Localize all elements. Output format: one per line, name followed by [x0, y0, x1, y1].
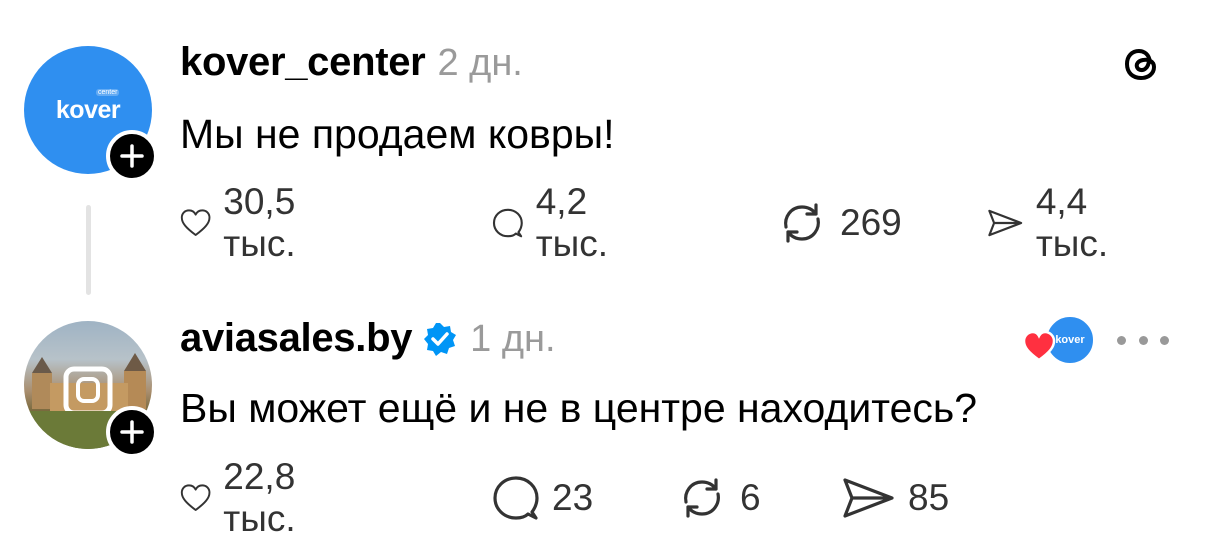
heart-icon: [180, 484, 211, 511]
avatar-logo-text: kover: [55, 96, 121, 124]
more-dot: [1160, 335, 1169, 345]
reposts-count: 269: [840, 202, 902, 243]
more-icon[interactable]: [1117, 334, 1169, 346]
username[interactable]: aviasales.by: [180, 316, 412, 361]
likes-count: 22,8 тыс.: [223, 456, 296, 539]
follow-plus-button[interactable]: [106, 406, 158, 458]
repost-button[interactable]: 269: [776, 198, 902, 248]
repost-button[interactable]: 6: [676, 473, 761, 523]
thread-connector-line: [86, 205, 91, 295]
shares-count: 4,4 тыс.: [1035, 181, 1109, 264]
repost-icon: [684, 478, 720, 518]
share-icon: [988, 209, 1023, 237]
share-button[interactable]: 85: [840, 473, 949, 523]
post-text: Мы не продаем ковры!: [180, 111, 615, 157]
heart-icon: [1022, 330, 1056, 362]
repost-icon: [784, 203, 820, 243]
like-button[interactable]: 30,5 тыс.: [180, 181, 316, 264]
comment-icon: [493, 476, 539, 520]
avatar-tag: center: [96, 89, 120, 96]
more-dot: [1138, 335, 1148, 345]
likes-count: 30,5 тыс.: [223, 181, 296, 264]
threads-logo-icon: [1124, 48, 1157, 81]
post-header: kover_center 2 дн.: [180, 40, 523, 85]
post-text: Вы может ещё и не в центре находитесь?: [180, 385, 978, 431]
timestamp: 1 дн.: [470, 318, 556, 360]
replies-count: 4,2 тыс.: [535, 181, 609, 264]
reposts-count: 6: [740, 477, 761, 518]
comment-icon: [492, 208, 523, 238]
username[interactable]: kover_center: [180, 40, 426, 85]
share-icon: [843, 478, 894, 518]
reply-button[interactable]: 4,2 тыс.: [492, 181, 624, 264]
reply-button[interactable]: 23: [492, 473, 593, 523]
post-kover-center[interactable]: center kover kover_center 2 дн. Мы не пр…: [0, 0, 1206, 300]
post-aviasales-by[interactable]: aviasales.by 1 дн. kover Вы может ещё и …: [0, 300, 1206, 559]
timestamp: 2 дн.: [437, 42, 523, 84]
liked-by-indicator: kover: [1022, 314, 1096, 366]
follow-plus-button[interactable]: [106, 130, 158, 182]
plus-icon: [120, 144, 144, 168]
share-button[interactable]: 4,4 тыс.: [986, 181, 1126, 264]
like-button[interactable]: 22,8 тыс.: [180, 456, 316, 539]
post-header: aviasales.by 1 дн.: [180, 315, 556, 361]
verified-badge-icon: [424, 323, 457, 356]
more-dot: [1117, 335, 1126, 345]
heart-icon: [180, 209, 211, 236]
shares-count: 85: [908, 477, 950, 518]
replies-count: 23: [552, 477, 594, 518]
plus-icon: [120, 420, 144, 444]
